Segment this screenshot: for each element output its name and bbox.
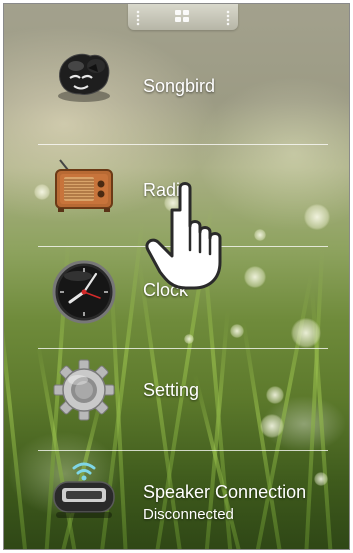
hand-pointer-icon [142, 180, 236, 292]
speaker-connection-status: Disconnected [143, 506, 234, 523]
menu-item-speaker-connection[interactable]: Speaker Connection Disconnected [4, 450, 349, 549]
setting-label: Setting [143, 380, 200, 400]
grip-right [226, 10, 230, 26]
songbird-label: Songbird [143, 76, 216, 96]
app-drawer-handle[interactable] [128, 4, 238, 30]
grip-left [136, 10, 140, 26]
menu-item-setting[interactable]: Setting [4, 348, 349, 448]
speaker-connection-icon [50, 458, 118, 526]
menu-item-songbird[interactable]: Songbird [4, 40, 349, 140]
radio-icon [50, 156, 118, 224]
gear-icon [50, 356, 118, 424]
clock-icon [50, 258, 118, 326]
launcher-screen: Songbird Radio Clock Setting Speaker Con… [3, 3, 350, 550]
grid-icon [175, 10, 191, 24]
songbird-icon [50, 44, 118, 112]
speaker-connection-label: Speaker Connection [143, 482, 307, 502]
